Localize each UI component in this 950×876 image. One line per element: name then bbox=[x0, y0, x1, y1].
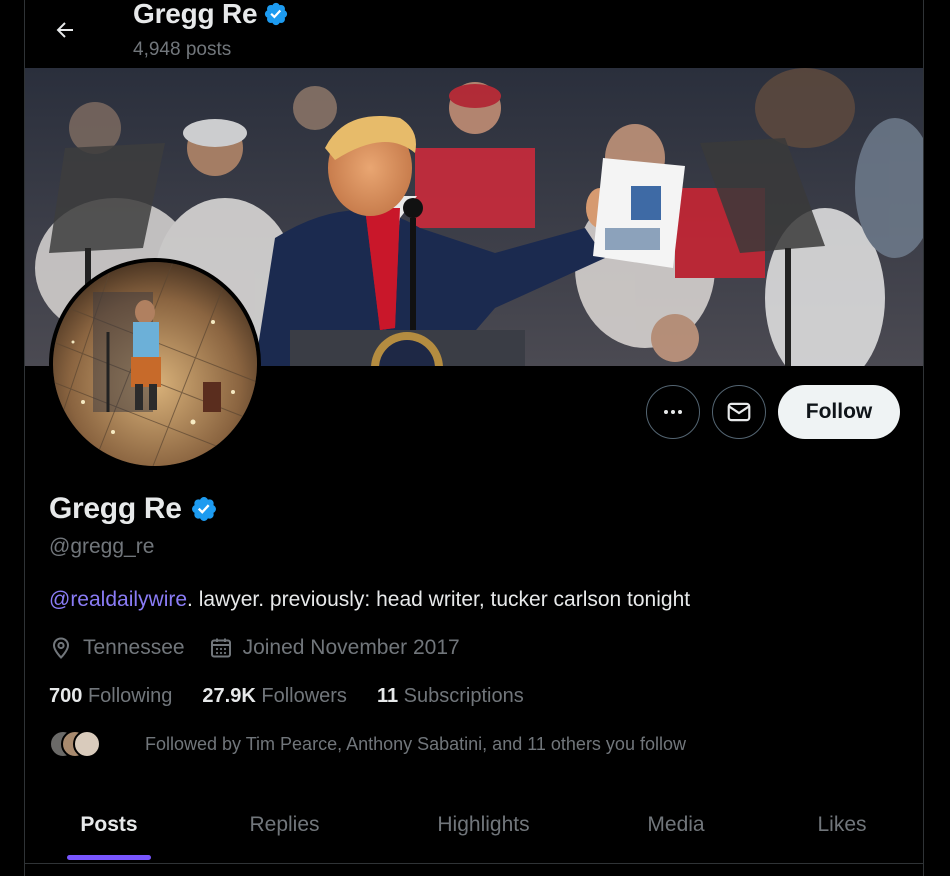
profile-bio: @realdailywire. lawyer. previously: head… bbox=[49, 588, 690, 612]
followed-by-text: Followed by Tim Pearce, Anthony Sabatini… bbox=[145, 733, 686, 754]
joined-text: Joined November 2017 bbox=[242, 636, 460, 659]
follow-button[interactable]: Follow bbox=[778, 385, 900, 439]
calendar-icon bbox=[210, 638, 231, 658]
joined-item: Joined November 2017 bbox=[209, 636, 460, 660]
profile-tabs: Posts Replies Highlights Media Likes bbox=[25, 790, 923, 864]
tab-label: Likes bbox=[817, 813, 867, 836]
tab-label: Posts bbox=[80, 813, 138, 836]
profile-header: Gregg Re 4,948 posts bbox=[25, 0, 923, 68]
tab-highlights[interactable]: Highlights bbox=[376, 790, 591, 860]
tab-label: Highlights bbox=[437, 813, 530, 836]
bio-text: . lawyer. previously: head writer, tucke… bbox=[187, 588, 691, 611]
subscriptions-label: Subscriptions bbox=[403, 685, 524, 707]
header-name-text: Gregg Re bbox=[133, 0, 258, 29]
subscriptions-link[interactable]: 11 Subscriptions bbox=[377, 685, 524, 708]
following-link[interactable]: 700 Following bbox=[49, 685, 172, 708]
profile-handle: @gregg_re bbox=[49, 535, 155, 558]
tab-label: Media bbox=[647, 813, 705, 836]
profile-name-text: Gregg Re bbox=[49, 492, 182, 525]
profile-meta: Tennessee Joined November 2017 bbox=[49, 636, 484, 660]
header-title: Gregg Re bbox=[133, 0, 289, 30]
following-label: Following bbox=[87, 685, 173, 707]
more-horizontal-icon bbox=[664, 410, 682, 414]
followed-by-row[interactable]: Followed by Tim Pearce, Anthony Sabatini… bbox=[49, 730, 686, 758]
location-pin-icon bbox=[52, 637, 70, 659]
tab-label: Replies bbox=[249, 813, 320, 836]
location-item: Tennessee bbox=[49, 636, 185, 660]
followed-by-avatars bbox=[49, 730, 109, 758]
tab-replies[interactable]: Replies bbox=[193, 790, 376, 860]
profile-stats: 700 Following 27.9K Followers 11 Subscri… bbox=[49, 685, 554, 708]
envelope-icon bbox=[727, 402, 751, 422]
profile-name: Gregg Re bbox=[49, 492, 218, 526]
followers-count: 27.9K bbox=[202, 685, 256, 707]
verified-badge-icon[interactable] bbox=[190, 495, 218, 523]
followers-link[interactable]: 27.9K Followers bbox=[202, 685, 347, 708]
followers-label: Followers bbox=[261, 685, 347, 707]
header-posts-count: 4,948 posts bbox=[133, 39, 232, 60]
more-options-button[interactable] bbox=[646, 385, 700, 439]
tab-posts[interactable]: Posts bbox=[25, 790, 193, 860]
subscriptions-count: 11 bbox=[376, 685, 399, 707]
profile-avatar[interactable] bbox=[49, 258, 261, 470]
message-button[interactable] bbox=[712, 385, 766, 439]
verified-badge-icon bbox=[265, 2, 288, 26]
tab-likes[interactable]: Likes bbox=[761, 790, 923, 860]
arrow-left-icon bbox=[56, 22, 73, 38]
tab-media[interactable]: Media bbox=[591, 790, 761, 860]
active-tab-indicator bbox=[67, 855, 151, 860]
location-text: Tennessee bbox=[83, 636, 185, 659]
profile-column: Gregg Re 4,948 posts Follow Gregg Re @gr… bbox=[24, 0, 924, 876]
avatar-image bbox=[53, 262, 257, 466]
following-count: 700 bbox=[49, 685, 83, 707]
back-button[interactable] bbox=[47, 12, 83, 48]
avatar bbox=[73, 730, 101, 758]
bio-mention-link[interactable]: @realdailywire bbox=[49, 588, 187, 611]
